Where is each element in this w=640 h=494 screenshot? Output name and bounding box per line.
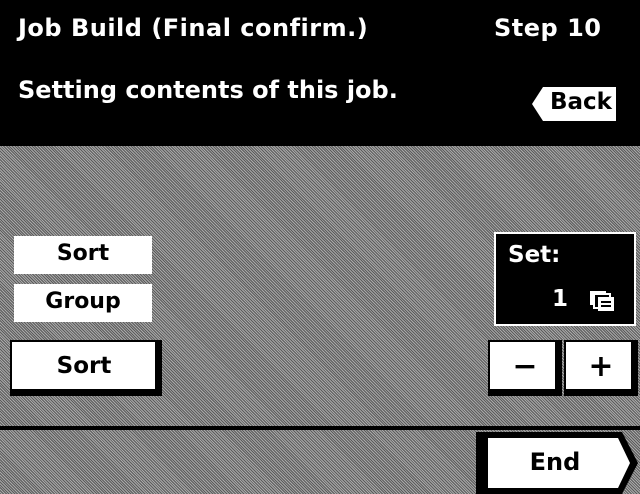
copies-stack-icon xyxy=(590,291,614,311)
end-button-label: End xyxy=(529,448,581,476)
set-label: Set: xyxy=(508,242,561,268)
increment-button[interactable]: + xyxy=(564,340,638,396)
step-indicator: Step 10 xyxy=(494,14,602,42)
group-setting-tag: Group xyxy=(14,284,152,322)
sort-button[interactable]: Sort xyxy=(10,340,162,396)
title-bar: Job Build (Final confirm.) Step 10 xyxy=(0,0,640,64)
back-button[interactable]: Back xyxy=(528,84,620,124)
set-count-value: 1 xyxy=(551,286,568,312)
sort-setting-tag: Sort xyxy=(14,236,152,274)
set-count-panel: Set: 1 xyxy=(494,232,636,326)
back-button-label: Back xyxy=(550,89,612,115)
decrement-button[interactable]: − xyxy=(488,340,562,396)
end-button[interactable]: End xyxy=(476,432,638,494)
screen-title: Job Build (Final confirm.) xyxy=(18,14,369,42)
status-message: Setting contents of this job. xyxy=(18,76,398,104)
